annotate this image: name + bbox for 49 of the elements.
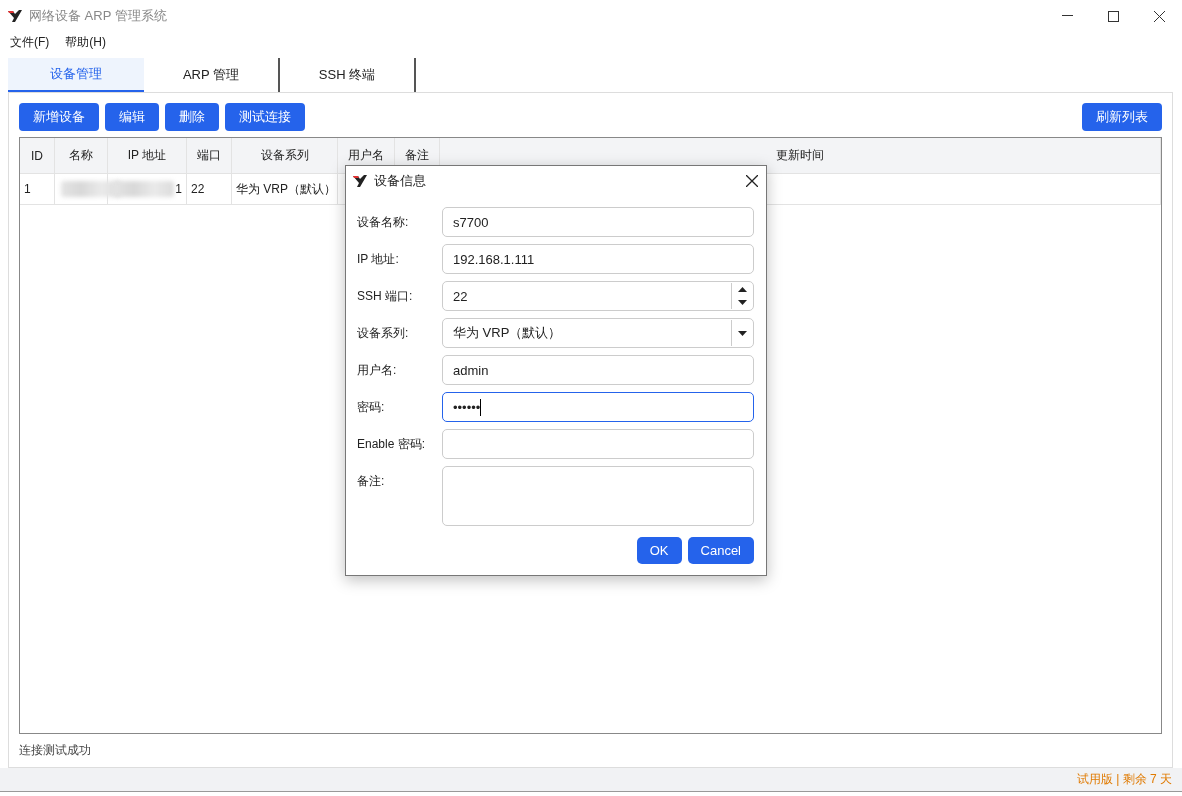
column-header[interactable]: IP 地址 [108, 138, 187, 173]
blurred-text [114, 181, 174, 197]
dialog-title: 设备信息 [374, 172, 426, 190]
column-header[interactable]: 名称 [55, 138, 108, 173]
tab[interactable]: 设备管理 [8, 58, 144, 92]
column-header[interactable]: 端口 [187, 138, 232, 173]
app-logo-icon [353, 175, 368, 187]
table-cell: 1 [24, 182, 31, 196]
maximize-icon[interactable] [1107, 10, 1119, 22]
up-arrow-icon[interactable] [737, 287, 747, 292]
status-message: 连接测试成功 [19, 742, 92, 759]
dialog-button[interactable]: Cancel [687, 537, 754, 564]
toolbar-button[interactable]: 编辑 [105, 103, 159, 131]
menu-item[interactable]: 文件(F) [10, 33, 50, 51]
app-logo-icon [8, 10, 23, 22]
column-header[interactable]: ID [20, 138, 55, 173]
refresh-button[interactable]: 刷新列表 [1082, 103, 1162, 131]
trial-notice: 试用版 | 剩余 7 天 [1076, 771, 1172, 788]
toolbar-button[interactable]: 测试连接 [225, 103, 305, 131]
down-arrow-icon[interactable] [737, 330, 747, 336]
window-title: 网络设备 ARP 管理系统 [29, 7, 167, 25]
field-label: 设备系列: [357, 325, 410, 342]
dropdown[interactable]: 华为 VRP（默认） [442, 318, 754, 348]
field-label: 用户名: [357, 362, 398, 379]
input-field[interactable]: admin [442, 355, 754, 385]
input-field[interactable]: s7700 [442, 207, 754, 237]
column-header[interactable]: 设备系列 [232, 138, 338, 173]
input-field[interactable]: •••••• [442, 392, 754, 422]
menu-item[interactable]: 帮助(H) [65, 33, 106, 51]
input-field[interactable] [442, 429, 754, 459]
table-cell: 华为 VRP（默认） [236, 180, 336, 198]
field-label: 设备名称: [357, 214, 410, 231]
close-icon[interactable] [1153, 10, 1165, 22]
dialog-button[interactable]: OK [636, 537, 682, 564]
minimize-icon[interactable] [1061, 15, 1073, 17]
spin-box[interactable]: 22 [442, 281, 754, 311]
input-field[interactable]: 192.168.1.111 [442, 244, 754, 274]
table-cell-text: 1 [175, 182, 183, 196]
down-arrow-icon[interactable] [737, 300, 747, 305]
field-label: 密码: [357, 399, 386, 416]
field-label: SSH 端口: [357, 288, 414, 305]
close-button[interactable] [746, 175, 758, 187]
field-label: IP 地址: [357, 251, 400, 268]
toolbar-button[interactable]: 新增设备 [19, 103, 99, 131]
field-label: 备注: [357, 473, 386, 490]
toolbar-button[interactable]: 删除 [165, 103, 219, 131]
column-header[interactable]: 更新时间 [440, 138, 1161, 173]
field-label: Enable 密码: [357, 436, 427, 453]
table-cell: 22 [191, 182, 205, 196]
